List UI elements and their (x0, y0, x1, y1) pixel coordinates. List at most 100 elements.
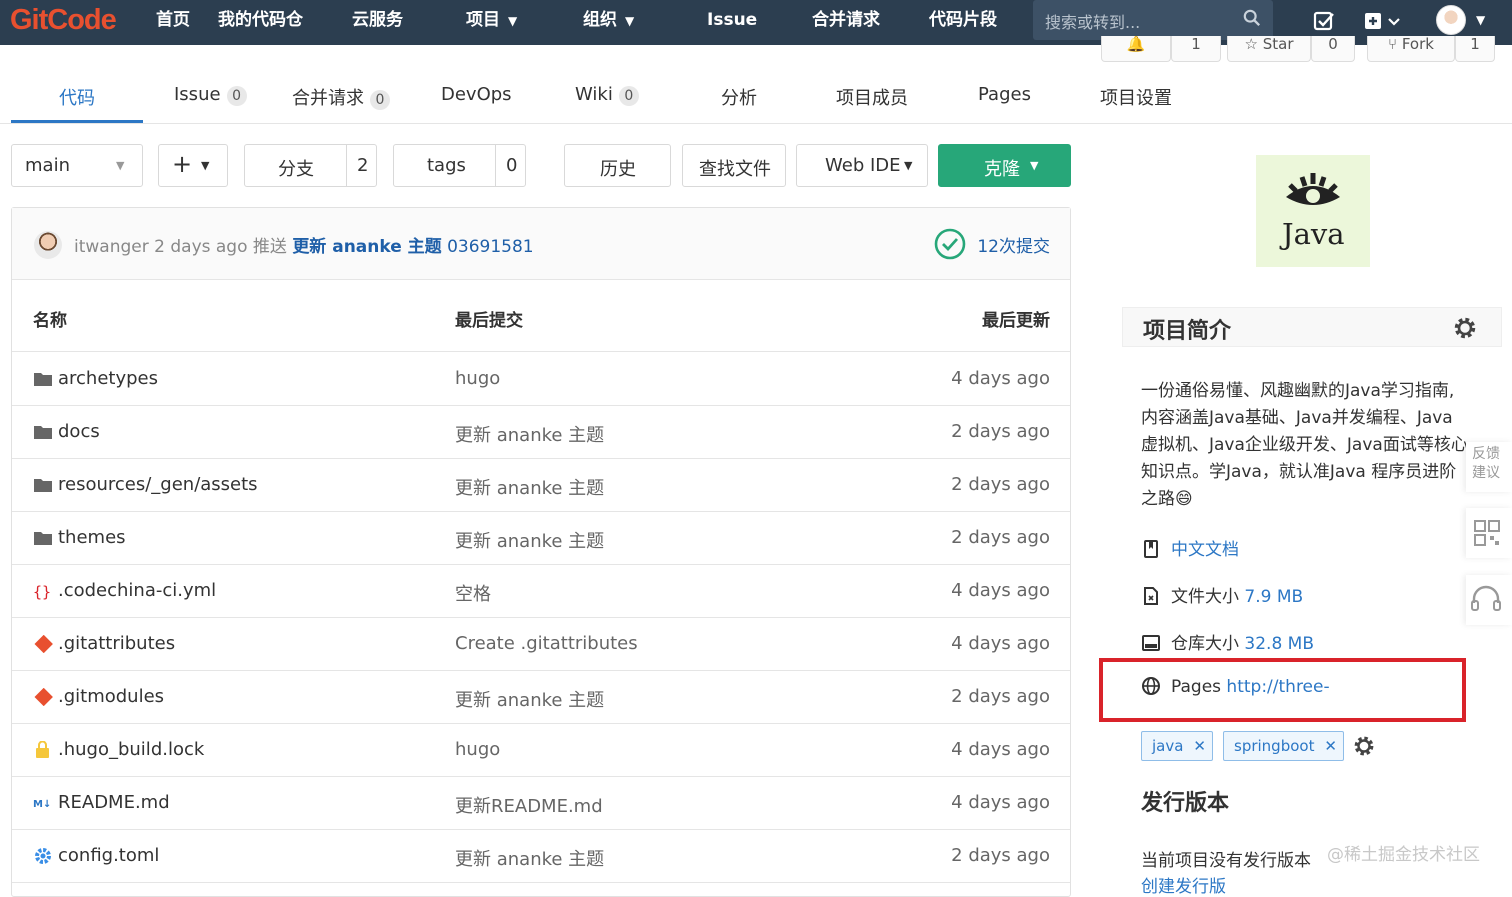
history-button[interactable]: 历史 (564, 144, 671, 187)
tab-wiki[interactable]: Wiki 0 (575, 84, 639, 106)
file-name[interactable]: .gitattributes (58, 633, 175, 654)
file-name[interactable]: resources/_gen/assets (58, 474, 258, 495)
chevron-down-icon: ▼ (904, 159, 913, 172)
commit-message[interactable]: 更新 ananke 主题 (455, 474, 604, 500)
commit-sha-link[interactable]: 03691581 (447, 237, 534, 257)
file-name[interactable]: themes (58, 527, 126, 548)
tab-analytics[interactable]: 分析 (721, 84, 757, 110)
nav-snippets[interactable]: 代码片段 (929, 0, 997, 45)
table-row[interactable]: .gitmodules 更新 ananke 主题 2 days ago (12, 671, 1070, 724)
tab-code[interactable]: 代码 (59, 84, 95, 110)
create-new-icon[interactable] (1363, 8, 1403, 34)
search-input[interactable]: 搜索或转到... (1045, 9, 1140, 33)
close-icon[interactable]: ✕ (1324, 732, 1337, 760)
clone-button[interactable]: 克隆 ▼ (938, 144, 1071, 187)
update-time: 2 days ago (951, 527, 1050, 548)
docs-link-row[interactable]: 中文文档 (1141, 535, 1239, 560)
commit-message[interactable]: 更新 ananke 主题 (455, 686, 604, 712)
commit-message[interactable]: 更新README.md (455, 792, 603, 818)
create-release-link[interactable]: 创建发行版 (1141, 872, 1226, 897)
table-row[interactable]: {} .codechina-ci.yml 空格 4 days ago (12, 565, 1070, 618)
tab-settings[interactable]: 项目设置 (1100, 84, 1172, 110)
file-name[interactable]: docs (58, 421, 100, 442)
feedback-label: 反馈建议 (1472, 446, 1500, 481)
file-name[interactable]: .hugo_build.lock (58, 739, 204, 760)
nav-merge-requests[interactable]: 合并请求 (812, 0, 880, 45)
file-name[interactable]: config.toml (58, 845, 159, 866)
fork-button[interactable]: ⑂ Fork (1367, 36, 1455, 62)
nav-issue[interactable]: Issue (707, 0, 757, 45)
feedback-button[interactable]: 反馈建议 (1466, 442, 1512, 492)
tab-merge-requests[interactable]: 合并请求 0 (292, 84, 390, 110)
releases-title: 发行版本 (1141, 791, 1230, 816)
commit-message[interactable]: 更新 ananke 主题 (455, 845, 604, 871)
file-name[interactable]: README.md (58, 792, 170, 813)
web-ide-button[interactable]: Web IDE ▼ (796, 144, 928, 187)
table-row[interactable]: .hugo_build.lock hugo 4 days ago (12, 724, 1070, 777)
nav-home[interactable]: 首页 (156, 0, 190, 45)
search-icon (1243, 9, 1261, 27)
table-row[interactable]: resources/_gen/assets 更新 ananke 主题 2 day… (12, 459, 1070, 512)
add-dropdown-button[interactable]: + ▼ (158, 144, 228, 187)
commit-message[interactable]: hugo (455, 368, 500, 389)
table-row[interactable]: docs 更新 ananke 主题 2 days ago (12, 406, 1070, 459)
search-box[interactable]: 搜索或转到... (1033, 0, 1273, 40)
branches-count: 2 (357, 155, 369, 176)
support-button[interactable] (1466, 575, 1512, 625)
project-description: 一份通俗易懂、风趣幽默的Java学习指南, 内容涵盖Java基础、Java并发编… (1141, 378, 1481, 513)
branches-button[interactable]: 分支 2 (244, 144, 377, 187)
tab-members[interactable]: 项目成员 (836, 84, 908, 110)
topic-tag[interactable]: java ✕ (1141, 731, 1213, 761)
qrcode-button[interactable] (1466, 508, 1512, 558)
lock-icon (36, 741, 49, 758)
tags-settings-gear-icon[interactable] (1353, 735, 1375, 757)
commit-author-avatar[interactable] (34, 231, 62, 259)
tab-mr-label: 合并请求 (292, 88, 364, 109)
commit-message[interactable]: Create .gitattributes (455, 633, 638, 654)
svg-text:{}: {} (33, 583, 51, 600)
update-time: 4 days ago (951, 792, 1050, 813)
branch-select[interactable]: main ▼ (11, 144, 143, 187)
nav-groups[interactable]: 组织 ▼ (583, 0, 634, 45)
nav-cloud-service[interactable]: 云服务 (352, 0, 403, 45)
tags-button[interactable]: tags 0 (393, 144, 526, 187)
table-row[interactable]: M↓ README.md 更新README.md 4 days ago (12, 777, 1070, 830)
close-icon[interactable]: ✕ (1193, 732, 1206, 760)
tab-issue[interactable]: Issue 0 (174, 84, 247, 106)
find-file-button[interactable]: 查找文件 (682, 144, 786, 187)
table-row[interactable]: config.toml 更新 ananke 主题 2 days ago (12, 830, 1070, 883)
commit-count-link[interactable]: 12次提交 (977, 232, 1050, 257)
gear-icon (35, 848, 51, 864)
notification-button[interactable]: 🔔 (1101, 36, 1171, 62)
commit-message[interactable]: 更新 ananke 主题 (455, 527, 604, 553)
table-row[interactable]: themes 更新 ananke 主题 2 days ago (12, 512, 1070, 565)
file-name[interactable]: .gitmodules (58, 686, 164, 707)
nav-my-repos[interactable]: 我的代码仓 (218, 0, 303, 45)
star-count: 0 (1311, 36, 1355, 62)
tab-devops[interactable]: DevOps (441, 84, 512, 105)
fork-label: Fork (1401, 36, 1434, 53)
commit-message[interactable]: hugo (455, 739, 500, 760)
nav-projects-label: 项目 (466, 10, 500, 30)
repo-size-row: 仓库大小 32.8 MB (1141, 629, 1314, 654)
docs-link[interactable]: 中文文档 (1171, 540, 1239, 560)
table-row[interactable]: .gitattributes Create .gitattributes 4 d… (12, 618, 1070, 671)
find-file-label: 查找文件 (699, 159, 771, 180)
table-row[interactable]: archetypes hugo 4 days ago (12, 353, 1070, 406)
user-avatar[interactable] (1436, 5, 1466, 35)
gitcode-logo[interactable]: GitCode (10, 4, 117, 37)
fork-count: 1 (1455, 36, 1495, 62)
commit-message[interactable]: 空格 (455, 580, 491, 606)
tab-pages[interactable]: Pages (978, 84, 1031, 105)
pipeline-passed-icon[interactable] (934, 228, 966, 260)
star-button[interactable]: ☆ Star (1227, 36, 1311, 62)
commit-message-link[interactable]: 更新 ananke 主题 (292, 237, 441, 257)
topic-tag[interactable]: springboot ✕ (1223, 731, 1344, 761)
todo-check-icon[interactable] (1313, 8, 1335, 34)
file-name[interactable]: .codechina-ci.yml (58, 580, 216, 601)
nav-projects[interactable]: 项目 ▼ (466, 0, 517, 45)
commit-author[interactable]: itwanger (74, 237, 149, 257)
settings-gear-icon[interactable] (1453, 316, 1477, 340)
commit-message[interactable]: 更新 ananke 主题 (455, 421, 604, 447)
file-name[interactable]: archetypes (58, 368, 158, 389)
